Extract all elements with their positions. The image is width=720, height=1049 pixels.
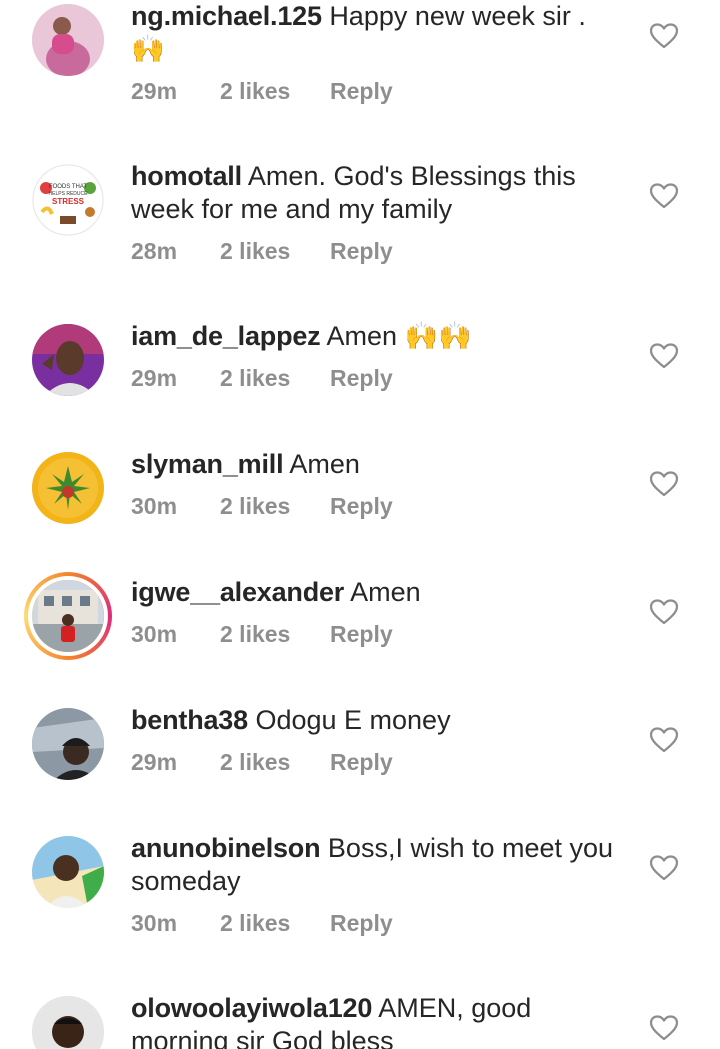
likes-count[interactable]: 2 likes — [220, 238, 330, 265]
reply-button[interactable]: Reply — [330, 78, 393, 105]
avatar[interactable] — [32, 452, 104, 524]
comment-body: Happy new week sir . — [329, 1, 586, 31]
comment-text: slyman_mill Amen — [131, 448, 631, 481]
comment-body: Odogu E money — [255, 705, 451, 735]
reply-button[interactable]: Reply — [330, 493, 393, 520]
comment-body: Amen — [326, 321, 398, 351]
comment-body: Amen — [289, 449, 360, 479]
avatar[interactable] — [32, 836, 104, 908]
heart-icon[interactable] — [650, 727, 678, 753]
timestamp: 30m — [131, 910, 178, 936]
timestamp: 28m — [131, 238, 178, 264]
timestamp: 30m — [131, 493, 178, 519]
comment-meta: 30m 2 likes Reply — [131, 493, 631, 520]
reply-button[interactable]: Reply — [330, 749, 393, 776]
heart-icon[interactable] — [650, 23, 678, 49]
username[interactable]: olowoolayiwola120 — [131, 993, 372, 1023]
comment-meta: 30m 2 likes Reply — [131, 621, 631, 648]
username[interactable]: slyman_mill — [131, 449, 284, 479]
avatar[interactable] — [24, 572, 112, 660]
username[interactable]: igwe__alexander — [131, 577, 344, 607]
avatar-line3: STRESS — [52, 197, 85, 206]
username[interactable]: bentha38 — [131, 705, 248, 735]
comment-meta: 28m 2 likes Reply — [131, 238, 631, 265]
avatar[interactable] — [32, 4, 104, 76]
reply-button[interactable]: Reply — [330, 621, 393, 648]
comment-text: anunobinelson Boss,I wish to meet you so… — [131, 832, 631, 898]
likes-count[interactable]: 2 likes — [220, 493, 330, 520]
timestamp: 30m — [131, 621, 178, 647]
comment-meta: 30m 2 likes Reply — [131, 910, 631, 937]
comment-text: ng.michael.125 Happy new week sir . 🙌 — [131, 0, 631, 66]
heart-icon[interactable] — [650, 599, 678, 625]
comment-meta: 29m 2 likes Reply — [131, 78, 631, 105]
username[interactable]: anunobinelson — [131, 833, 321, 863]
timestamp: 29m — [131, 78, 178, 104]
comment-text: olowoolayiwola120 AMEN, good morning sir… — [131, 992, 631, 1049]
reply-button[interactable]: Reply — [330, 238, 393, 265]
heart-icon[interactable] — [650, 343, 678, 369]
likes-count[interactable]: 2 likes — [220, 910, 330, 937]
comment-text: iam_de_lappez Amen 🙌🙌 — [131, 320, 631, 353]
reply-button[interactable]: Reply — [330, 910, 393, 937]
likes-count[interactable]: 2 likes — [220, 621, 330, 648]
comments-list: ng.michael.125 Happy new week sir . 🙌 29… — [0, 0, 720, 1049]
avatar[interactable] — [32, 324, 104, 396]
timestamp: 29m — [131, 365, 178, 391]
raising-hands-emoji: 🙌 — [131, 34, 165, 65]
username[interactable]: iam_de_lappez — [131, 321, 321, 351]
heart-icon[interactable] — [650, 855, 678, 881]
comment-meta: 29m 2 likes Reply — [131, 365, 631, 392]
comment-text: igwe__alexander Amen — [131, 576, 631, 609]
raising-hands-emoji: 🙌🙌 — [404, 321, 472, 352]
username[interactable]: ng.michael.125 — [131, 1, 322, 31]
comment-text: homotall Amen. God's Blessings this week… — [131, 160, 631, 226]
heart-icon[interactable] — [650, 183, 678, 209]
heart-icon[interactable] — [650, 1015, 678, 1041]
username[interactable]: homotall — [131, 161, 242, 191]
avatar[interactable]: FOODS THAT HELPS REDUCE STRESS — [32, 164, 104, 236]
comment-text: bentha38 Odogu E money — [131, 704, 631, 737]
likes-count[interactable]: 2 likes — [220, 78, 330, 105]
timestamp: 29m — [131, 749, 178, 775]
avatar-line1: FOODS THAT — [49, 184, 87, 190]
heart-icon[interactable] — [650, 471, 678, 497]
likes-count[interactable]: 2 likes — [220, 749, 330, 776]
avatar[interactable] — [32, 996, 104, 1049]
avatar-photo — [28, 576, 108, 656]
comment-meta: 29m 2 likes Reply — [131, 749, 631, 776]
likes-count[interactable]: 2 likes — [220, 365, 330, 392]
comment-body: Amen — [350, 577, 421, 607]
reply-button[interactable]: Reply — [330, 365, 393, 392]
avatar[interactable] — [32, 708, 104, 780]
